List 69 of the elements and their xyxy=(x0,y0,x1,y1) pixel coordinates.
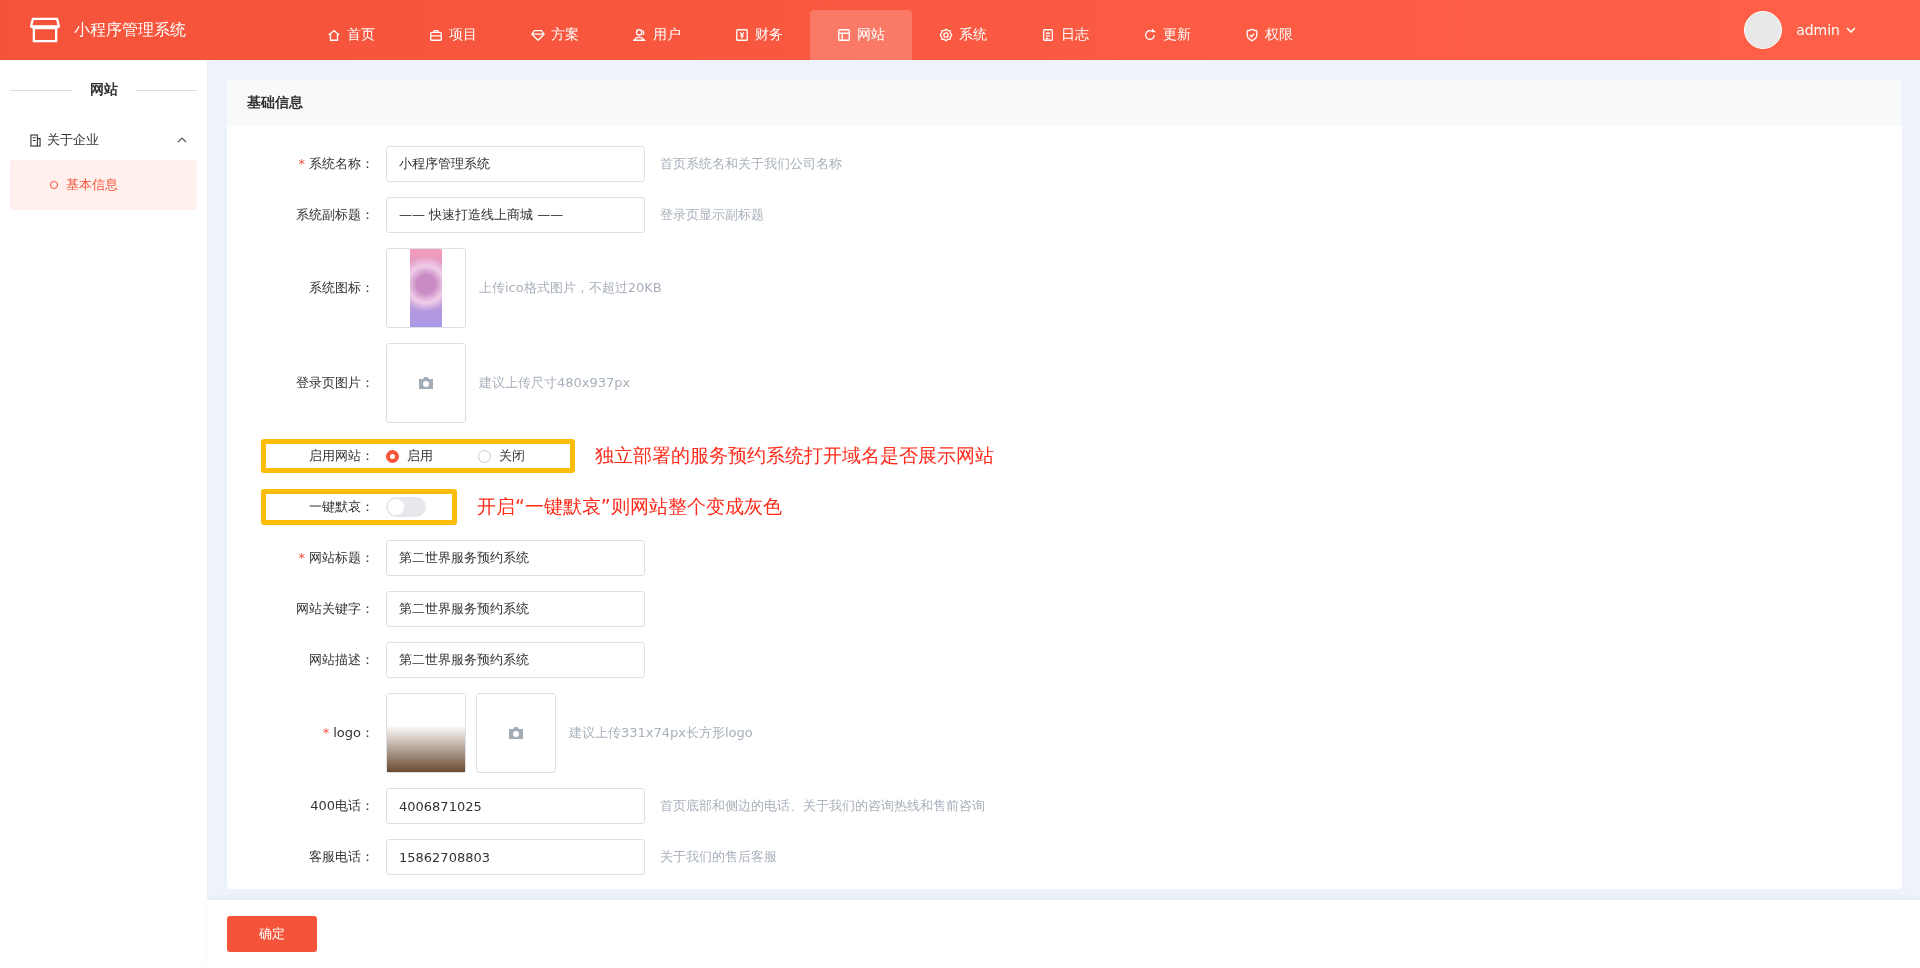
field-label: * 系统名称： xyxy=(297,155,374,173)
radio-option[interactable]: 关闭 xyxy=(478,447,558,465)
field-label: 网站描述： xyxy=(308,651,374,669)
menu-item[interactable]: 基本信息 xyxy=(10,160,197,210)
field-hint: 首页系统名和关于我们公司名称 xyxy=(660,155,842,173)
refresh-icon xyxy=(1143,28,1157,42)
document-icon xyxy=(1041,28,1055,42)
radio-option[interactable]: 启用 xyxy=(386,447,466,465)
nav-tab[interactable]: 系统 xyxy=(912,10,1014,60)
field-label: 客服电话： xyxy=(308,848,374,866)
annotation-text: 开启“一键默哀”则网站整个变成灰色 xyxy=(477,494,782,519)
field-label: 启用网站： xyxy=(308,447,374,465)
layout-icon xyxy=(837,28,851,42)
shop-icon xyxy=(30,17,60,43)
sidebar-title: 网站 xyxy=(89,81,118,99)
nav-tab[interactable]: 更新 xyxy=(1116,10,1218,60)
nav-tab[interactable]: 权限 xyxy=(1218,10,1320,60)
field-hint: 首页底部和侧边的电话、关于我们的咨询热线和售前咨询 xyxy=(660,797,985,815)
field-hint: 建议上传331x74px长方形logo xyxy=(569,724,753,742)
input-field[interactable]: 4006871025 xyxy=(386,788,645,824)
field-label: 登录页图片： xyxy=(295,374,374,392)
nav-tab[interactable]: 用户 xyxy=(606,10,708,60)
radio-button[interactable] xyxy=(386,449,399,463)
field-hint: 登录页显示副标题 xyxy=(660,206,764,224)
menu-group[interactable]: 关于企业 xyxy=(10,120,197,160)
field-label: * 网站标题： xyxy=(297,549,374,567)
confirm-button[interactable]: 确定 xyxy=(227,916,317,952)
field-label: 一键默哀： xyxy=(308,498,374,516)
input-field[interactable]: 第二世界服务预约系统 xyxy=(386,591,645,627)
nav-tab[interactable]: 日志 xyxy=(1014,10,1116,60)
nav-tab[interactable]: 财务 xyxy=(708,10,810,60)
image-upload[interactable] xyxy=(386,248,466,328)
field-hint: 上传ico格式图片，不超过20KB xyxy=(479,279,662,297)
app-name: 小程序管理系统 xyxy=(74,19,186,41)
field-label: * logo： xyxy=(321,724,374,742)
nav-tab[interactable]: 网站 xyxy=(810,10,912,60)
input-field[interactable]: 15862708803 xyxy=(386,839,645,875)
input-field[interactable]: —— 快速打造线上商城 —— xyxy=(386,197,645,233)
briefcase-icon xyxy=(429,28,443,42)
field-label: 网站关键字： xyxy=(295,600,374,618)
input-field[interactable]: 第二世界服务预约系统 xyxy=(386,642,645,678)
annotation-text: 独立部署的服务预约系统打开域名是否展示网站 xyxy=(595,443,994,468)
field-hint: 关于我们的售后客服 xyxy=(660,848,777,866)
user-menu[interactable]: admin xyxy=(1796,22,1840,38)
image-upload[interactable] xyxy=(386,343,466,423)
nav-tab[interactable]: 项目 xyxy=(402,10,504,60)
shield-icon xyxy=(1245,28,1259,42)
input-field[interactable]: 小程序管理系统 xyxy=(386,146,645,182)
nav-tab[interactable]: 首页 xyxy=(300,10,402,60)
field-label: 400电话： xyxy=(309,797,374,815)
toggle-switch[interactable] xyxy=(386,497,426,517)
field-label: 系统副标题： xyxy=(295,206,374,224)
nav-tab[interactable]: 方案 xyxy=(504,10,606,60)
chevron-icon xyxy=(177,137,187,143)
card-title: 基础信息 xyxy=(247,94,303,112)
camera-icon xyxy=(508,726,524,740)
image-upload[interactable] xyxy=(476,693,556,773)
chevron-down-icon xyxy=(1846,27,1856,33)
settings-icon xyxy=(939,28,953,42)
building-icon xyxy=(30,133,41,147)
users-icon xyxy=(633,28,647,42)
field-hint: 建议上传尺寸480x937px xyxy=(479,374,631,392)
money-icon xyxy=(735,28,749,42)
input-field[interactable]: 第二世界服务预约系统 xyxy=(386,540,645,576)
home-icon xyxy=(327,28,341,42)
field-label: 系统图标： xyxy=(308,279,374,297)
avatar[interactable] xyxy=(1744,11,1783,49)
camera-icon xyxy=(418,376,434,390)
diamond-icon xyxy=(531,28,545,42)
